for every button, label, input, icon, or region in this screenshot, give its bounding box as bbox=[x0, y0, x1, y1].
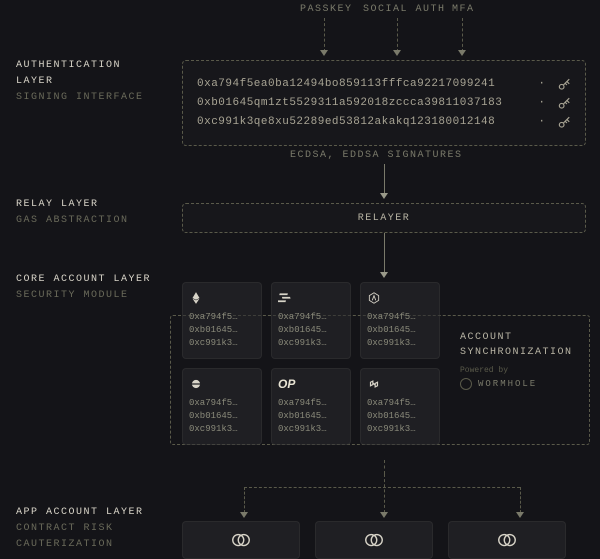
app-icon bbox=[363, 529, 385, 551]
auth-subtitle: SIGNING INTERFACE bbox=[16, 90, 144, 106]
chain-addr: 0xc991k3… bbox=[189, 423, 255, 436]
powered-by-label: Powered by bbox=[460, 366, 580, 375]
connector-dash bbox=[520, 487, 521, 513]
auth-title: AUTHENTICATION bbox=[16, 58, 144, 74]
chain-addr: 0xa794f5… bbox=[278, 397, 344, 410]
chain-addr: 0xb01645… bbox=[367, 324, 433, 337]
auth-layer-header: AUTHENTICATION LAYER SIGNING INTERFACE bbox=[16, 58, 144, 106]
chain-addr: 0xa794f5… bbox=[189, 311, 255, 324]
app-account-card bbox=[448, 521, 566, 559]
wormhole-icon bbox=[460, 378, 472, 390]
chain-addr: 0xa794f5… bbox=[367, 311, 433, 324]
arrow-down-icon bbox=[380, 512, 388, 518]
key-hash: 0xa794f5ea0ba12494bo859113fffca922170992… bbox=[197, 75, 534, 94]
polygon-icon bbox=[367, 375, 433, 393]
core-layer-header: CORE ACCOUNT LAYER SECURITY MODULE bbox=[16, 272, 151, 304]
app-icon bbox=[230, 529, 252, 551]
arbitrum-icon bbox=[367, 289, 433, 307]
connector-dash bbox=[397, 18, 398, 52]
connector-solid bbox=[384, 233, 385, 273]
connector-dash bbox=[462, 18, 463, 52]
chain-addr: 0xb01645… bbox=[367, 410, 433, 423]
chain-addr: 0xb01645… bbox=[189, 410, 255, 423]
relayer-label: RELAYER bbox=[358, 213, 411, 224]
social-auth-label: SOCIAL AUTH bbox=[363, 4, 446, 15]
app-account-card bbox=[315, 521, 433, 559]
chain-card-ethereum: 0xa794f5… 0xb01645… 0xc991k3… bbox=[182, 282, 262, 359]
relay-layer-header: RELAY LAYER GAS ABSTRACTION bbox=[16, 197, 129, 229]
app-sub1: CONTRACT RISK bbox=[16, 521, 144, 537]
key-icon bbox=[557, 78, 571, 92]
signature-label: ECDSA, EDDSA SIGNATURES bbox=[290, 150, 463, 161]
chain-card-solana: 0xa794f5… 0xb01645… 0xc991k3… bbox=[271, 282, 351, 359]
optimism-icon: OP bbox=[278, 375, 344, 393]
signing-key-row: 0xb01645qm1zt5529311a592018zccca39811037… bbox=[197, 94, 571, 113]
passkey-label: PASSKEY bbox=[300, 4, 353, 15]
app-layer-header: APP ACCOUNT LAYER CONTRACT RISK CAUTERIZ… bbox=[16, 505, 144, 553]
arrow-down-icon bbox=[393, 50, 401, 56]
arrow-down-icon bbox=[380, 272, 388, 278]
arrow-down-icon bbox=[458, 50, 466, 56]
app-account-card bbox=[182, 521, 300, 559]
connector-solid bbox=[384, 164, 385, 194]
connector-dash bbox=[384, 474, 385, 513]
chain-card-polygon: 0xa794f5… 0xb01645… 0xc991k3… bbox=[360, 368, 440, 445]
chain-card-optimism: OP 0xa794f5… 0xb01645… 0xc991k3… bbox=[271, 368, 351, 445]
relay-subtitle: GAS ABSTRACTION bbox=[16, 213, 129, 229]
connector-dash bbox=[244, 487, 245, 513]
chain-addr: 0xa794f5… bbox=[278, 311, 344, 324]
mfa-label: MFA bbox=[452, 4, 475, 15]
key-icon bbox=[557, 97, 571, 111]
chain-addr: 0xc991k3… bbox=[278, 337, 344, 350]
chain-addr: 0xc991k3… bbox=[367, 337, 433, 350]
relayer-panel: RELAYER bbox=[182, 203, 586, 233]
app-sub2: CAUTERIZATION bbox=[16, 537, 144, 553]
key-hash: 0xc991k3qe8xu52289ed53812akakq1231800121… bbox=[197, 113, 534, 132]
signing-key-row: 0xa794f5ea0ba12494bo859113fffca922170992… bbox=[197, 75, 571, 94]
wormhole-label: WORMHOLE bbox=[478, 379, 537, 389]
app-title: APP ACCOUNT LAYER bbox=[16, 505, 144, 521]
generic-chain-icon bbox=[189, 375, 255, 393]
arrow-down-icon bbox=[320, 50, 328, 56]
chain-card-generic: 0xa794f5… 0xb01645… 0xc991k3… bbox=[182, 368, 262, 445]
wormhole-branding: WORMHOLE bbox=[460, 378, 580, 390]
app-icon bbox=[496, 529, 518, 551]
chain-addr: 0xb01645… bbox=[278, 324, 344, 337]
core-title: CORE ACCOUNT LAYER bbox=[16, 272, 151, 288]
key-hash: 0xb01645qm1zt5529311a592018zccca39811037… bbox=[197, 94, 534, 113]
solana-icon bbox=[278, 289, 344, 307]
app-account-row bbox=[182, 521, 566, 559]
key-icon bbox=[557, 116, 571, 130]
chain-addr: 0xa794f5… bbox=[367, 397, 433, 410]
chain-addr: 0xa794f5… bbox=[189, 397, 255, 410]
auth-title2: LAYER bbox=[16, 74, 144, 90]
signing-interface-panel: 0xa794f5ea0ba12494bo859113fffca922170992… bbox=[182, 60, 586, 146]
core-subtitle: SECURITY MODULE bbox=[16, 288, 151, 304]
arrow-down-icon bbox=[240, 512, 248, 518]
relay-title: RELAY LAYER bbox=[16, 197, 129, 213]
chain-addr: 0xc991k3… bbox=[278, 423, 344, 436]
chain-addr: 0xb01645… bbox=[278, 410, 344, 423]
signing-key-row: 0xc991k3qe8xu52289ed53812akakq1231800121… bbox=[197, 113, 571, 132]
chain-grid: 0xa794f5… 0xb01645… 0xc991k3… 0xa794f5… … bbox=[182, 282, 440, 445]
connector-dash-h bbox=[244, 487, 520, 488]
sync-title-1: ACCOUNT bbox=[460, 330, 580, 345]
chain-addr: 0xb01645… bbox=[189, 324, 255, 337]
account-sync-block: ACCOUNT SYNCHRONIZATION Powered by WORMH… bbox=[460, 330, 580, 390]
sync-title-2: SYNCHRONIZATION bbox=[460, 345, 580, 360]
arrow-down-icon bbox=[516, 512, 524, 518]
ethereum-icon bbox=[189, 289, 255, 307]
arrow-down-icon bbox=[380, 193, 388, 199]
connector-dash bbox=[384, 460, 385, 474]
connector-dash bbox=[324, 18, 325, 52]
chain-addr: 0xc991k3… bbox=[189, 337, 255, 350]
chain-card-arbitrum: 0xa794f5… 0xb01645… 0xc991k3… bbox=[360, 282, 440, 359]
chain-addr: 0xc991k3… bbox=[367, 423, 433, 436]
